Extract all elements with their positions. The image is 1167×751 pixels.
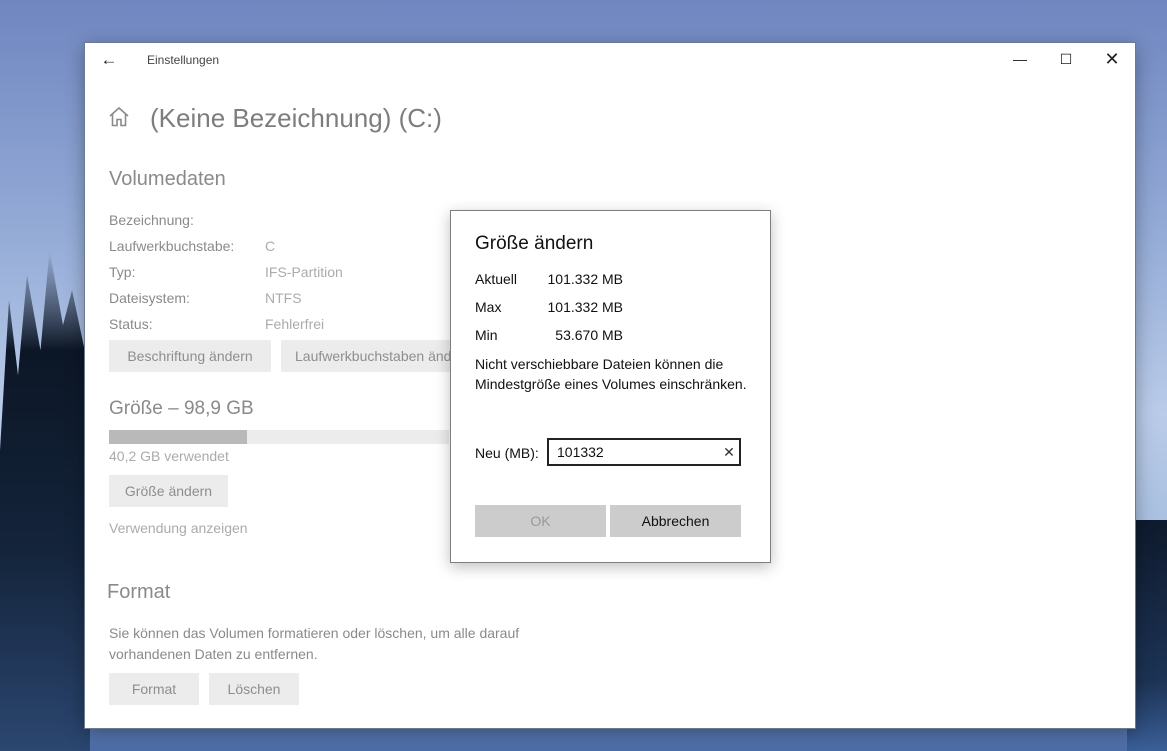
format-button[interactable]: Format bbox=[109, 673, 199, 705]
min-size-label: Min bbox=[475, 327, 498, 343]
desktop-background-trees bbox=[0, 250, 90, 751]
filesystem-label: Dateisystem: bbox=[109, 290, 190, 306]
min-size-value: 53.670 MB bbox=[555, 327, 623, 343]
dialog-title: Größe ändern bbox=[475, 233, 594, 254]
ok-button[interactable]: OK bbox=[475, 505, 606, 537]
size-section-title: Größe – 98,9 GB bbox=[109, 398, 254, 419]
size-usage-bar bbox=[109, 430, 449, 444]
close-button[interactable]: ✕ bbox=[1089, 43, 1135, 75]
title-bar: ← Einstellungen — ☐ ✕ bbox=[85, 43, 1135, 77]
current-size-value: 101.332 MB bbox=[547, 271, 624, 287]
filesystem-value: NTFS bbox=[265, 290, 302, 306]
type-value: IFS-Partition bbox=[265, 264, 343, 280]
resize-dialog: Größe ändern Aktuell 101.332 MB Max 101.… bbox=[450, 210, 771, 563]
back-arrow-icon[interactable]: ← bbox=[97, 49, 121, 71]
used-space-text: 40,2 GB verwendet bbox=[109, 448, 229, 464]
clear-input-icon[interactable]: ✕ bbox=[721, 444, 737, 460]
max-size-label: Max bbox=[475, 299, 502, 315]
status-label: Status: bbox=[109, 316, 153, 332]
new-size-label: Neu (MB): bbox=[475, 445, 539, 461]
type-label: Typ: bbox=[109, 264, 136, 280]
home-icon[interactable] bbox=[107, 105, 131, 129]
current-size-label: Aktuell bbox=[475, 271, 518, 287]
max-size-value: 101.332 MB bbox=[547, 299, 624, 315]
status-value: Fehlerfrei bbox=[265, 316, 325, 332]
format-section-title: Format bbox=[107, 581, 171, 603]
resize-button[interactable]: Größe ändern bbox=[109, 475, 228, 507]
format-description: Sie können das Volumen formatieren oder … bbox=[109, 625, 520, 662]
minimize-button[interactable]: — bbox=[997, 43, 1043, 75]
app-title: Einstellungen bbox=[147, 53, 220, 67]
label-name-label: Bezeichnung: bbox=[109, 212, 194, 228]
drive-letter-label: Laufwerkbuchstabe: bbox=[109, 238, 235, 254]
view-usage-link[interactable]: Verwendung anzeigen bbox=[109, 520, 248, 536]
volume-section-title: Volumedaten bbox=[109, 168, 226, 190]
size-usage-bar-fill bbox=[109, 430, 248, 444]
page-title: (Keine Bezeichnung) (C:) bbox=[150, 103, 442, 133]
drive-letter-value: C bbox=[265, 238, 276, 254]
delete-button[interactable]: Löschen bbox=[209, 673, 299, 705]
change-label-button[interactable]: Beschriftung ändern bbox=[109, 340, 271, 372]
new-size-input[interactable] bbox=[547, 438, 741, 466]
resize-note: Nicht verschiebbare Dateien können die M… bbox=[475, 356, 747, 392]
cancel-button[interactable]: Abbrechen bbox=[610, 505, 741, 537]
maximize-button[interactable]: ☐ bbox=[1043, 43, 1089, 75]
change-drive-letter-button[interactable]: Laufwerkbuchstaben ändern bbox=[281, 340, 451, 372]
